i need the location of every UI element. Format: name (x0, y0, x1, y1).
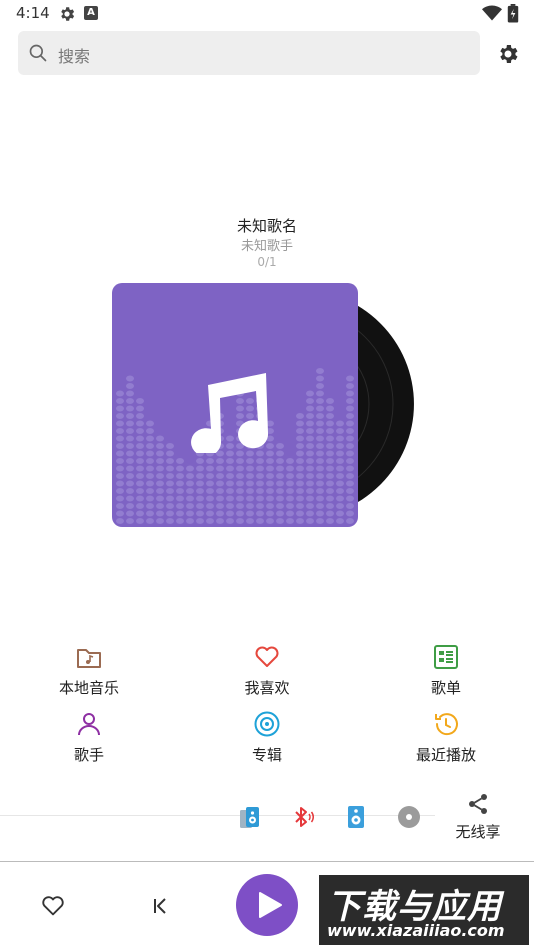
bluetooth-icon[interactable] (290, 805, 314, 829)
album-art[interactable] (112, 283, 358, 527)
music-note-icon (191, 373, 269, 453)
device-divider (0, 815, 435, 816)
speaker-icon[interactable] (344, 805, 368, 829)
watermark-logo: 下载与应用 www.xiazaiiiao.com (319, 875, 529, 945)
person-icon (78, 713, 100, 736)
folder-music-icon (77, 649, 101, 668)
playlist-position: 0/1 (257, 255, 277, 269)
share-icon[interactable] (466, 792, 490, 816)
menu-label: 本地音乐 (58, 679, 119, 697)
menu-playlists[interactable]: 歌单 (376, 643, 516, 698)
heart-outline-icon[interactable] (40, 893, 66, 919)
search-bar[interactable]: 搜索 (18, 31, 480, 75)
battery-icon (507, 4, 519, 23)
menu-artists[interactable]: 歌手 (19, 710, 159, 765)
menu-local-music[interactable]: 本地音乐 (19, 643, 159, 698)
menu-albums[interactable]: 专辑 (197, 710, 337, 765)
a-badge-icon: A (84, 6, 98, 20)
song-title: 未知歌名 (236, 217, 297, 235)
menu-label: 歌单 (430, 679, 461, 697)
menu-recent[interactable]: 最近播放 (376, 710, 516, 765)
search-placeholder: 搜索 (58, 47, 91, 66)
song-artist: 未知歌手 (240, 239, 293, 254)
status-time: 4:14 (16, 4, 50, 22)
share-label[interactable]: 无线享 (448, 821, 508, 842)
add-device-icon[interactable] (397, 805, 421, 829)
playlist-icon (434, 645, 458, 669)
menu-label: 歌手 (73, 746, 104, 764)
menu-label: 我喜欢 (244, 679, 290, 697)
status-settings-icon (61, 7, 75, 21)
play-button[interactable] (236, 874, 298, 936)
history-icon (435, 713, 458, 736)
disc-icon (254, 711, 280, 737)
watermark-url: www.xiazaiiiao.com (327, 921, 505, 940)
phone-speaker-icon[interactable] (238, 805, 262, 829)
play-icon (259, 892, 282, 918)
heart-icon (255, 646, 279, 667)
player-bar-divider (0, 861, 534, 862)
menu-label: 最近播放 (415, 746, 476, 764)
skip-previous-icon[interactable] (148, 894, 172, 918)
menu-label: 专辑 (251, 746, 282, 764)
wifi-icon (482, 5, 502, 21)
menu-favorites[interactable]: 我喜欢 (197, 643, 337, 698)
gear-icon[interactable] (496, 42, 520, 66)
search-icon (29, 44, 47, 62)
